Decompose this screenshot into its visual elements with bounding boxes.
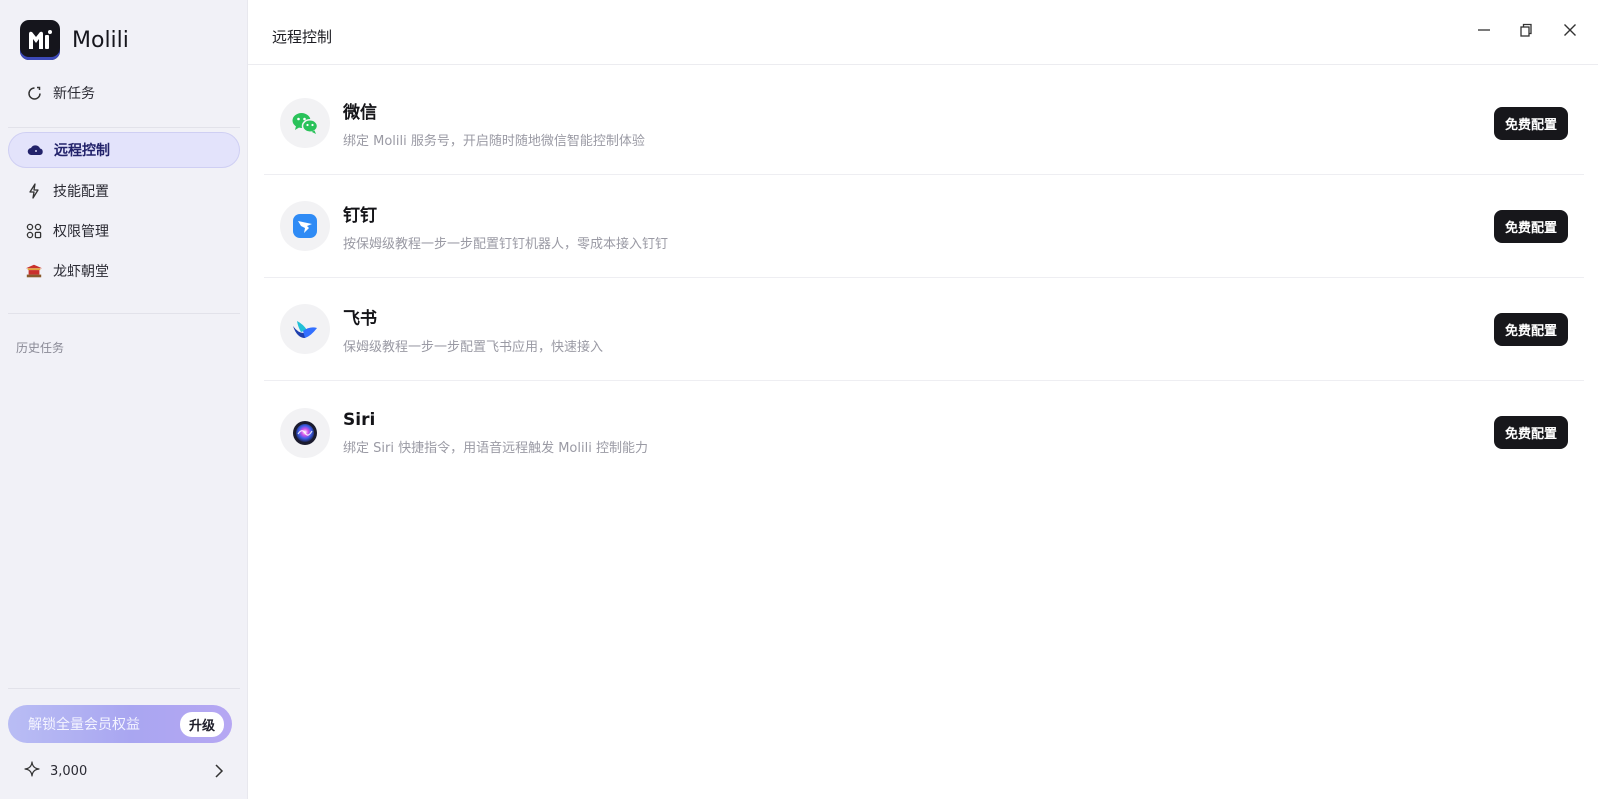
integration-title: Siri xyxy=(343,409,376,430)
sparkle-icon xyxy=(24,761,40,781)
cloud-icon xyxy=(26,141,44,159)
upgrade-banner[interactable]: 解锁全量会员权益 升级 xyxy=(8,705,232,743)
integration-row-feishu: 飞书 保姆级教程一步一步配置飞书应用，快速接入 免费配置 xyxy=(264,278,1584,381)
title-bar: 远程控制 xyxy=(248,0,1598,65)
sidebar-item-skills[interactable]: 技能配置 xyxy=(8,173,240,209)
minimize-icon[interactable] xyxy=(1472,18,1496,42)
brand-name: Molili xyxy=(72,27,129,53)
upgrade-text: 解锁全量会员权益 xyxy=(28,717,140,733)
sidebar-divider xyxy=(8,313,240,314)
credits-row[interactable]: 3,000 xyxy=(24,761,224,781)
wechat-icon xyxy=(280,98,330,148)
configure-feishu-button[interactable]: 免费配置 xyxy=(1493,313,1568,346)
feishu-icon xyxy=(280,304,330,354)
integration-text: Siri 绑定 Siri 快捷指令，用语音远程触发 Molili 控制能力 xyxy=(343,410,648,456)
integration-desc: 绑定 Siri 快捷指令，用语音远程触发 Molili 控制能力 xyxy=(343,440,648,456)
app-window: Molili 新任务 远程控制 技能配置 权限管理 龙虾朝堂 历史任务 解锁全量… xyxy=(0,0,1598,799)
integration-row-wechat: 微信 绑定 Molili 服务号，开启随时随地微信智能控制体验 免费配置 xyxy=(264,72,1584,175)
integration-desc: 按保姆级教程一步一步配置钉钉机器人，零成本接入钉钉 xyxy=(343,236,669,252)
restore-icon[interactable] xyxy=(1514,18,1538,42)
configure-siri-button[interactable]: 免费配置 xyxy=(1493,416,1568,449)
sidebar-item-label: 技能配置 xyxy=(53,184,109,200)
sidebar-item-remote-control[interactable]: 远程控制 xyxy=(8,132,240,168)
integration-text: 钉钉 按保姆级教程一步一步配置钉钉机器人，零成本接入钉钉 xyxy=(343,201,668,252)
sidebar-item-label: 远程控制 xyxy=(54,143,110,159)
integration-title: 飞书 xyxy=(343,308,377,329)
integration-title: 钉钉 xyxy=(343,205,377,226)
sidebar-item-label: 权限管理 xyxy=(53,224,109,240)
configure-wechat-button[interactable]: 免费配置 xyxy=(1493,107,1568,140)
integration-row-dingtalk: 钉钉 按保姆级教程一步一步配置钉钉机器人，零成本接入钉钉 免费配置 xyxy=(264,175,1584,278)
skill-icon xyxy=(25,182,43,200)
sidebar-item-label: 龙虾朝堂 xyxy=(53,264,109,280)
siri-icon xyxy=(280,407,330,458)
page-title: 远程控制 xyxy=(272,28,333,46)
chevron-right-icon xyxy=(214,764,224,778)
sidebar-item-palace[interactable]: 龙虾朝堂 xyxy=(8,253,240,289)
permission-grid-icon xyxy=(25,222,43,240)
dingtalk-icon xyxy=(280,201,330,251)
integration-desc: 绑定 Molili 服务号，开启随时随地微信智能控制体验 xyxy=(343,133,645,149)
integration-text: 微信 绑定 Molili 服务号，开启随时随地微信智能控制体验 xyxy=(343,98,645,149)
new-task-icon xyxy=(25,84,43,102)
sidebar-item-label: 新任务 xyxy=(53,86,95,102)
integration-title: 微信 xyxy=(343,102,377,123)
sidebar-item-permissions[interactable]: 权限管理 xyxy=(8,213,240,249)
integration-desc: 保姆级教程一步一步配置飞书应用，快速接入 xyxy=(343,339,604,355)
palace-icon xyxy=(25,262,43,280)
sidebar-divider xyxy=(8,127,240,128)
molili-logo-icon xyxy=(20,20,60,60)
integration-text: 飞书 保姆级教程一步一步配置飞书应用，快速接入 xyxy=(343,304,603,355)
sidebar-item-new-task[interactable]: 新任务 xyxy=(8,75,240,111)
upgrade-button[interactable]: 升级 xyxy=(179,711,224,737)
close-icon[interactable] xyxy=(1558,18,1582,42)
credits-amount: 3,000 xyxy=(50,763,88,779)
configure-dingtalk-button[interactable]: 免费配置 xyxy=(1493,210,1568,243)
integration-row-siri: Siri 绑定 Siri 快捷指令，用语音远程触发 Molili 控制能力 免费… xyxy=(264,381,1584,484)
sidebar-divider xyxy=(8,688,240,689)
integration-list: 微信 绑定 Molili 服务号，开启随时随地微信智能控制体验 免费配置 钉钉 … xyxy=(264,72,1584,484)
main-panel: 远程控制 微信 绑定 Molili 服务号，开启随时随地微信智能控制体验 免费配… xyxy=(248,0,1598,799)
brand[interactable]: Molili xyxy=(20,20,129,60)
sidebar: Molili 新任务 远程控制 技能配置 权限管理 龙虾朝堂 历史任务 解锁全量… xyxy=(0,0,248,799)
history-section-label: 历史任务 xyxy=(16,341,65,355)
